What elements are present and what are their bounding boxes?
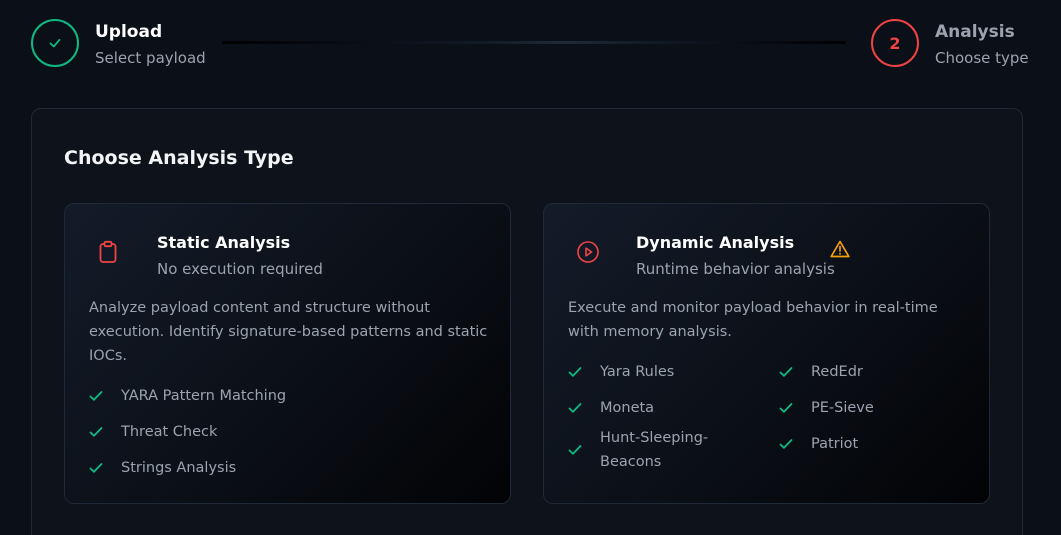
- clipboard-icon: [97, 236, 119, 268]
- check-icon: [89, 390, 109, 402]
- list-item: Hunt-Sleeping-Beacons: [568, 426, 758, 474]
- step-number: 2: [889, 33, 901, 53]
- feature-label: Strings Analysis: [121, 460, 237, 476]
- feature-list: YARA Pattern Matching Threat Check Strin…: [89, 378, 286, 486]
- check-icon: [568, 366, 588, 378]
- step-complete-indicator: [31, 19, 79, 67]
- card-description: Analyze payload content and structure wi…: [89, 300, 488, 364]
- check-icon: [89, 462, 109, 474]
- card-subtitle: Runtime behavior analysis: [636, 260, 835, 278]
- list-item: PE-Sieve: [779, 390, 969, 426]
- feature-label: PE-Sieve: [811, 400, 874, 416]
- feature-list: Yara Rules Moneta Hunt-Sleeping-Beacons: [568, 354, 758, 474]
- step-subtitle: Select payload: [95, 49, 206, 67]
- dynamic-analysis-card[interactable]: Dynamic Analysis Runtime behavior analys…: [543, 203, 990, 504]
- list-item: Moneta: [568, 390, 758, 426]
- list-item: Threat Check: [89, 414, 286, 450]
- feature-label: Threat Check: [121, 424, 218, 440]
- feature-label: Moneta: [600, 400, 655, 416]
- check-icon: [89, 426, 109, 438]
- step-subtitle: Choose type: [935, 49, 1029, 67]
- step-title: Upload: [95, 22, 163, 42]
- step-analysis[interactable]: 2 Analysis Choose type: [871, 19, 1029, 69]
- feature-label: Hunt-Sleeping-Beacons: [600, 430, 709, 470]
- list-item: YARA Pattern Matching: [89, 378, 286, 414]
- warning-triangle-icon: [830, 240, 850, 262]
- check-icon: [779, 438, 799, 450]
- step-upload[interactable]: Upload Select payload: [31, 19, 206, 69]
- feature-label: Yara Rules: [600, 364, 675, 380]
- step-number-indicator: 2: [871, 19, 919, 67]
- panel-title: Choose Analysis Type: [64, 147, 294, 169]
- feature-label: Patriot: [811, 436, 859, 452]
- check-icon: [568, 444, 588, 456]
- card-description: Execute and monitor payload behavior in …: [568, 300, 938, 340]
- check-icon: [568, 402, 588, 414]
- feature-label: YARA Pattern Matching: [121, 388, 287, 404]
- feature-list: RedEdr PE-Sieve Patriot: [779, 354, 969, 462]
- progress-stepper: Upload Select payload 2 Analysis Choose …: [0, 0, 1061, 90]
- check-icon: [49, 38, 61, 48]
- static-analysis-card[interactable]: Static Analysis No execution required An…: [64, 203, 511, 504]
- feature-label: RedEdr: [811, 364, 863, 380]
- analysis-type-panel: Choose Analysis Type Static Analysis No …: [31, 108, 1023, 535]
- play-circle-icon: [576, 236, 600, 268]
- check-icon: [779, 402, 799, 414]
- check-icon: [779, 366, 799, 378]
- list-item: Yara Rules: [568, 354, 758, 390]
- card-title: Dynamic Analysis: [636, 233, 795, 252]
- list-item: Patriot: [779, 426, 969, 462]
- step-connector: [222, 41, 846, 44]
- step-title: Analysis: [935, 22, 1015, 42]
- card-subtitle: No execution required: [157, 260, 323, 278]
- list-item: Strings Analysis: [89, 450, 286, 486]
- card-title: Static Analysis: [157, 233, 291, 252]
- list-item: RedEdr: [779, 354, 969, 390]
